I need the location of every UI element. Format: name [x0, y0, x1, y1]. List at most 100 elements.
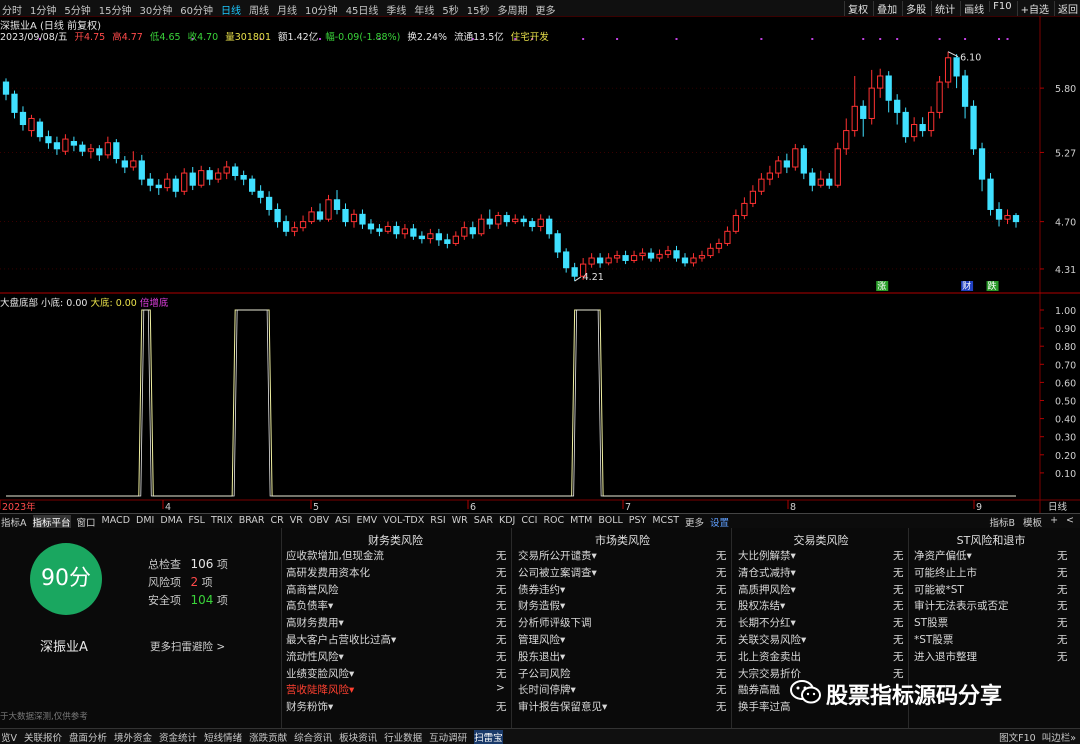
indicator-tab-4[interactable]: DMI: [136, 515, 154, 526]
indicator-tab-12[interactable]: ASI: [335, 515, 350, 526]
indicator-tab-17[interactable]: SAR: [474, 515, 493, 526]
toolbar-btn-0[interactable]: 复权: [844, 1, 868, 16]
toolbar-btn-5[interactable]: F10: [989, 1, 1012, 12]
risk-row[interactable]: *ST股票 无: [914, 632, 1074, 646]
period-tab-5[interactable]: 60分钟: [180, 2, 213, 17]
toolbar-btn-3[interactable]: 统计: [931, 1, 955, 16]
risk-row[interactable]: 可能被*ST 无: [914, 582, 1074, 596]
indicator-tab-24[interactable]: MCST: [652, 515, 679, 526]
indicator-tab-13[interactable]: EMV: [356, 515, 377, 526]
indicator-tab-right-2[interactable]: +: [1050, 515, 1058, 526]
risk-row[interactable]: 清仓式减持▾ 无: [738, 565, 910, 579]
toolbar-btn-1[interactable]: 叠加: [873, 1, 897, 16]
risk-row[interactable]: 业绩变脸风险▾ 无: [286, 666, 511, 680]
toolbar-btn-6[interactable]: +自选: [1016, 1, 1049, 16]
risk-row[interactable]: 应收款增加,但现金流 无: [286, 548, 511, 562]
indicator-tab-15[interactable]: RSI: [430, 515, 445, 526]
period-tab-12[interactable]: 年线: [414, 2, 434, 17]
toolbar-btn-2[interactable]: 多股: [902, 1, 926, 16]
indicator-tab-18[interactable]: KDJ: [499, 515, 515, 526]
risk-row[interactable]: 可能终止上市 无: [914, 565, 1074, 579]
indicator-tab-2[interactable]: 窗口: [77, 515, 96, 529]
toolbar-btn-4[interactable]: 画线: [960, 1, 984, 16]
period-tab-16[interactable]: 更多: [536, 2, 556, 17]
period-tab-2[interactable]: 5分钟: [64, 2, 90, 17]
status-item-8[interactable]: 板块资讯: [339, 730, 377, 744]
status-item-7[interactable]: 综合资讯: [294, 730, 332, 744]
status-item-10[interactable]: 互动调研: [429, 730, 467, 744]
risk-row[interactable]: 进入退市整理 无: [914, 649, 1074, 663]
risk-row[interactable]: 营收陡降风险▾ >: [286, 682, 511, 696]
indicator-tab-11[interactable]: OBV: [309, 515, 329, 526]
indicator-tab-7[interactable]: TRIX: [211, 515, 233, 526]
risk-row[interactable]: 股权冻结▾ 无: [738, 598, 910, 612]
indicator-tab-19[interactable]: CCI: [521, 515, 537, 526]
status-right-item-1[interactable]: 叫边栏»: [1042, 730, 1076, 744]
risk-row[interactable]: 子公司风险 无: [518, 666, 733, 680]
indicator-tab-20[interactable]: ROC: [543, 515, 564, 526]
period-tab-4[interactable]: 30分钟: [139, 2, 172, 17]
risk-row[interactable]: 分析师评级下调 无: [518, 615, 733, 629]
indicator-tab-22[interactable]: BOLL: [598, 515, 622, 526]
period-tab-14[interactable]: 15秒: [467, 2, 490, 17]
risk-row[interactable]: 高商誉风险 无: [286, 582, 511, 596]
risk-row[interactable]: 大比例解禁▾ 无: [738, 548, 910, 562]
status-item-2[interactable]: 盘面分析: [69, 730, 107, 744]
risk-row[interactable]: 净资产偏低▾ 无: [914, 548, 1074, 562]
indicator-tab-0[interactable]: 指标A: [1, 515, 27, 529]
period-tab-9[interactable]: 10分钟: [305, 2, 338, 17]
risk-row[interactable]: 高负债率▾ 无: [286, 598, 511, 612]
period-tab-11[interactable]: 季线: [386, 2, 406, 17]
indicator-tab-26[interactable]: 设置: [710, 515, 729, 529]
indicator-tab-3[interactable]: MACD: [102, 515, 130, 526]
status-item-9[interactable]: 行业数据: [384, 730, 422, 744]
indicator-tab-8[interactable]: BRAR: [239, 515, 265, 526]
status-item-0[interactable]: 览V: [1, 730, 17, 744]
quote-industry-tag[interactable]: 住宅开发: [511, 32, 549, 43]
period-tab-8[interactable]: 月线: [277, 2, 297, 17]
indicator-tab-10[interactable]: VR: [290, 515, 303, 526]
risk-row[interactable]: 关联交易风险▾ 无: [738, 632, 910, 646]
indicator-tab-23[interactable]: PSY: [629, 515, 647, 526]
period-tab-7[interactable]: 周线: [249, 2, 269, 17]
indicator-tab-1[interactable]: 指标平台: [32, 515, 71, 529]
period-tab-15[interactable]: 多周期: [498, 2, 528, 17]
status-item-5[interactable]: 短线情绪: [204, 730, 242, 744]
indicator-tab-9[interactable]: CR: [271, 515, 284, 526]
status-item-11[interactable]: 扫雷宝: [474, 730, 503, 744]
indicator-tab-21[interactable]: MTM: [570, 515, 592, 526]
risk-row[interactable]: ST股票 无: [914, 615, 1074, 629]
status-item-1[interactable]: 关联报价: [24, 730, 62, 744]
period-tab-3[interactable]: 15分钟: [99, 2, 132, 17]
risk-row[interactable]: 高财务费用▾ 无: [286, 615, 511, 629]
risk-row[interactable]: 财务粉饰▾ 无: [286, 699, 511, 713]
risk-row[interactable]: 管理风险▾ 无: [518, 632, 733, 646]
indicator-tab-14[interactable]: VOL-TDX: [383, 515, 424, 526]
risk-row[interactable]: 交易所公开谴责▾ 无: [518, 548, 733, 562]
risk-row[interactable]: 高质押风险▾ 无: [738, 582, 910, 596]
more-scan-link[interactable]: 更多扫雷避险 >: [150, 639, 225, 654]
period-tab-1[interactable]: 1分钟: [30, 2, 56, 17]
indicator-tab-right-1[interactable]: 模板: [1023, 515, 1042, 529]
status-item-6[interactable]: 涨跌贡献: [249, 730, 287, 744]
indicator-tab-25[interactable]: 更多: [685, 515, 704, 529]
status-item-4[interactable]: 资金统计: [159, 730, 197, 744]
risk-row[interactable]: 债券违约▾ 无: [518, 582, 733, 596]
indicator-tab-16[interactable]: WR: [452, 515, 468, 526]
risk-row[interactable]: 公司被立案调查▾ 无: [518, 565, 733, 579]
risk-row[interactable]: 最大客户占营收比过高▾ 无: [286, 632, 511, 646]
period-tab-0[interactable]: 分时: [2, 2, 22, 17]
risk-row[interactable]: 高研发费用资本化 无: [286, 565, 511, 579]
period-tab-6[interactable]: 日线: [221, 2, 241, 17]
status-item-3[interactable]: 境外资金: [114, 730, 152, 744]
risk-row[interactable]: 股东退出▾ 无: [518, 649, 733, 663]
period-tab-10[interactable]: 45日线: [346, 2, 379, 17]
status-right-item-0[interactable]: 图文F10: [999, 730, 1036, 744]
risk-row[interactable]: 北上资金卖出 无: [738, 649, 910, 663]
indicator-tab-6[interactable]: FSL: [188, 515, 205, 526]
risk-row[interactable]: 长时间停牌▾ 无: [518, 682, 733, 696]
risk-row[interactable]: 财务造假▾ 无: [518, 598, 733, 612]
indicator-tab-right-0[interactable]: 指标B: [990, 515, 1016, 529]
risk-row[interactable]: 流动性风险▾ 无: [286, 649, 511, 663]
period-tab-13[interactable]: 5秒: [442, 2, 458, 17]
